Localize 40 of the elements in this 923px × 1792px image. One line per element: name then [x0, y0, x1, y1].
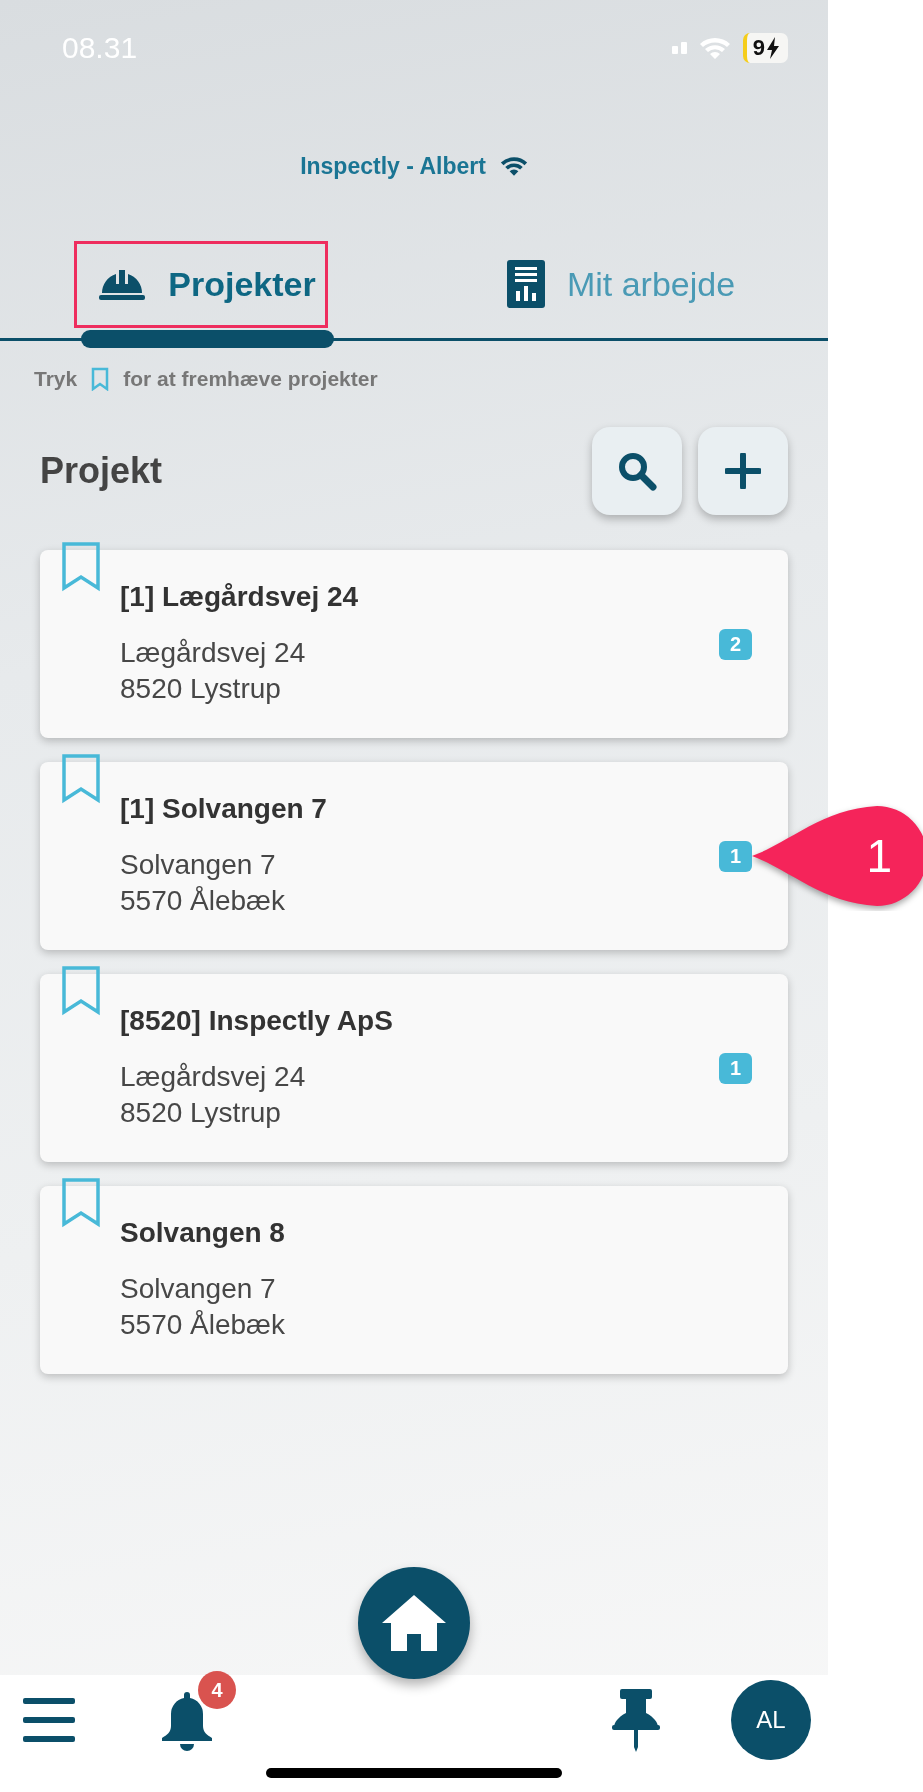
- project-street: Solvangen 7: [120, 1271, 277, 1306]
- signal-icon: [671, 42, 687, 54]
- project-street: Solvangen 7: [120, 847, 277, 882]
- count-badge: 1: [718, 840, 752, 872]
- project-title: [1] Solvangen 7: [120, 792, 328, 825]
- project-city: 5570 Ålebæk: [120, 884, 286, 918]
- project-card[interactable]: Solvangen 8 Solvangen 7 5570 Ålebæk: [40, 1186, 788, 1374]
- menu-button[interactable]: [22, 1697, 76, 1743]
- search-icon: [617, 451, 657, 491]
- project-title: Solvangen 8: [120, 1216, 286, 1249]
- project-card[interactable]: [1] Lægårdsvej 24 Lægårdsvej 24 8520 Lystrup 2: [40, 550, 788, 738]
- project-city: 5570 Ålebæk: [120, 1308, 286, 1342]
- avatar[interactable]: AL: [731, 1680, 811, 1760]
- pin-button[interactable]: [612, 1689, 660, 1753]
- hint-text: Tryk: [34, 367, 78, 391]
- project-street: Lægårdsvej 24: [120, 1059, 307, 1094]
- battery-indicator: 9: [742, 33, 788, 63]
- project-title: [8520] Inspectly ApS: [120, 1004, 394, 1037]
- add-button[interactable]: [698, 427, 788, 515]
- workspace-title: Inspectly - Albert: [300, 152, 486, 180]
- hint-text: for at fremhæve projekter: [123, 367, 378, 391]
- project-title: [1] Lægårdsvej 24: [120, 580, 360, 613]
- report-icon: [506, 260, 545, 308]
- tab[interactable]: Projekter: [98, 264, 316, 304]
- home-button[interactable]: [358, 1567, 470, 1679]
- project-card[interactable]: [8520] Inspectly ApS Lægårdsvej 24 8520 Lystrup 1: [40, 974, 788, 1162]
- count-badge: 2: [718, 628, 752, 660]
- bookmark-icon: [91, 367, 110, 391]
- plus-icon: [725, 453, 761, 489]
- notification-badge: 4: [198, 1671, 236, 1709]
- wifi-icon: [499, 155, 528, 177]
- project-city: 8520 Lystrup: [120, 672, 282, 706]
- house-icon: [381, 1594, 447, 1652]
- wifi-icon: [698, 36, 731, 60]
- search-button[interactable]: [592, 427, 682, 515]
- project-card[interactable]: [1] Solvangen 7 Solvangen 7 5570 Ålebæk 1: [40, 762, 788, 950]
- count-badge: 1: [718, 1052, 752, 1084]
- section-title: Projekt: [40, 450, 164, 492]
- project-city: 8520 Lystrup: [120, 1096, 282, 1130]
- project-street: Lægårdsvej 24: [120, 635, 307, 670]
